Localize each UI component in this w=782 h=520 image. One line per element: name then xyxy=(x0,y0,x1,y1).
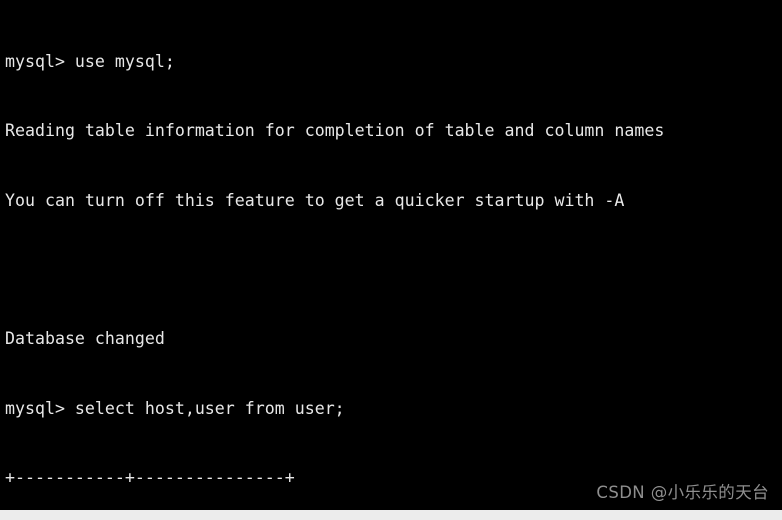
watermark: CSDN @小乐乐的天台 xyxy=(596,483,769,502)
terminal-line: Database changed xyxy=(5,329,165,349)
terminal-line: Reading table information for completion… xyxy=(5,121,665,141)
bottom-bar xyxy=(0,510,782,520)
terminal-window[interactable]: mysql> use mysql; Reading table informat… xyxy=(0,0,782,520)
terminal-line: mysql> use mysql; xyxy=(5,52,175,72)
terminal-line: mysql> select host,user from user; xyxy=(5,398,345,418)
terminal-output: mysql> use mysql; Reading table informat… xyxy=(5,4,782,510)
terminal-line: You can turn off this feature to get a q… xyxy=(5,190,625,210)
terminal-screen[interactable]: mysql> use mysql; Reading table informat… xyxy=(0,0,782,510)
